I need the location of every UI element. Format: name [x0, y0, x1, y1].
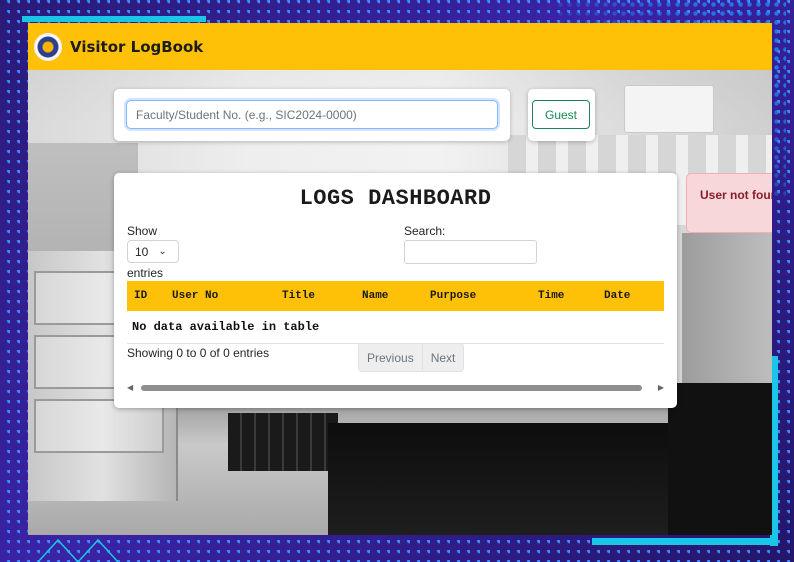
page-length-value: 10: [135, 244, 149, 259]
column-header-user-no[interactable]: User No: [165, 281, 275, 311]
accent-bar-bottom: [592, 538, 778, 545]
diamond-outline-decoration: [38, 538, 118, 562]
background-desk-side: [668, 383, 772, 535]
column-header-time[interactable]: Time: [531, 281, 597, 311]
column-header-title[interactable]: Title: [275, 281, 355, 311]
background-binders: [228, 413, 338, 471]
column-header-id[interactable]: ID: [127, 281, 165, 311]
next-page-button[interactable]: Next: [421, 344, 464, 371]
background-air-conditioner: [624, 85, 714, 133]
page-length-select[interactable]: 10 ⌄: [127, 240, 179, 263]
pagination: Previous Next: [358, 343, 465, 372]
search-card: [114, 89, 510, 141]
column-header-purpose[interactable]: Purpose: [423, 281, 531, 311]
column-header-name[interactable]: Name: [355, 281, 423, 311]
seal-logo-icon: [34, 32, 62, 61]
table-header-row: ID User No Title Name Purpose Time Date: [127, 281, 664, 311]
app-window: Visitor LogBook Guest LOGS DASHBOARD Sho…: [28, 23, 772, 535]
entries-label: entries: [127, 266, 164, 280]
show-label: Show: [127, 224, 158, 238]
guest-button[interactable]: Guest: [532, 100, 590, 129]
top-header: Visitor LogBook: [28, 23, 772, 70]
empty-table-message: No data available in table: [127, 311, 664, 344]
dashboard-title: LOGS DASHBOARD: [299, 186, 492, 211]
scrollbar-thumb[interactable]: [141, 385, 642, 391]
previous-page-button[interactable]: Previous: [359, 344, 422, 371]
arrow-left-icon[interactable]: ◀: [127, 382, 133, 394]
table-info: Showing 0 to 0 of 0 entries: [127, 346, 270, 360]
column-header-date[interactable]: Date: [597, 281, 664, 311]
table-search-label: Search:: [404, 224, 446, 238]
accent-bar-top: [22, 16, 206, 22]
logs-dashboard-card: LOGS DASHBOARD Show 10 ⌄ entries Search:…: [114, 173, 677, 408]
table-search-input[interactable]: [404, 240, 537, 264]
toast-message: User not found: [700, 188, 772, 202]
logs-table: ID User No Title Name Purpose Time Date …: [127, 281, 664, 344]
app-title: Visitor LogBook: [70, 37, 204, 56]
chevron-down-icon: ⌄: [158, 246, 167, 257]
arrow-right-icon[interactable]: ▶: [658, 382, 664, 394]
table-row: No data available in table: [127, 311, 664, 344]
horizontal-scrollbar[interactable]: ◀ ▶: [127, 382, 664, 394]
error-toast: User not found: [686, 173, 772, 233]
guest-card: Guest: [528, 89, 595, 141]
user-number-input[interactable]: [126, 100, 498, 129]
background-cabinet-right: [682, 233, 772, 383]
